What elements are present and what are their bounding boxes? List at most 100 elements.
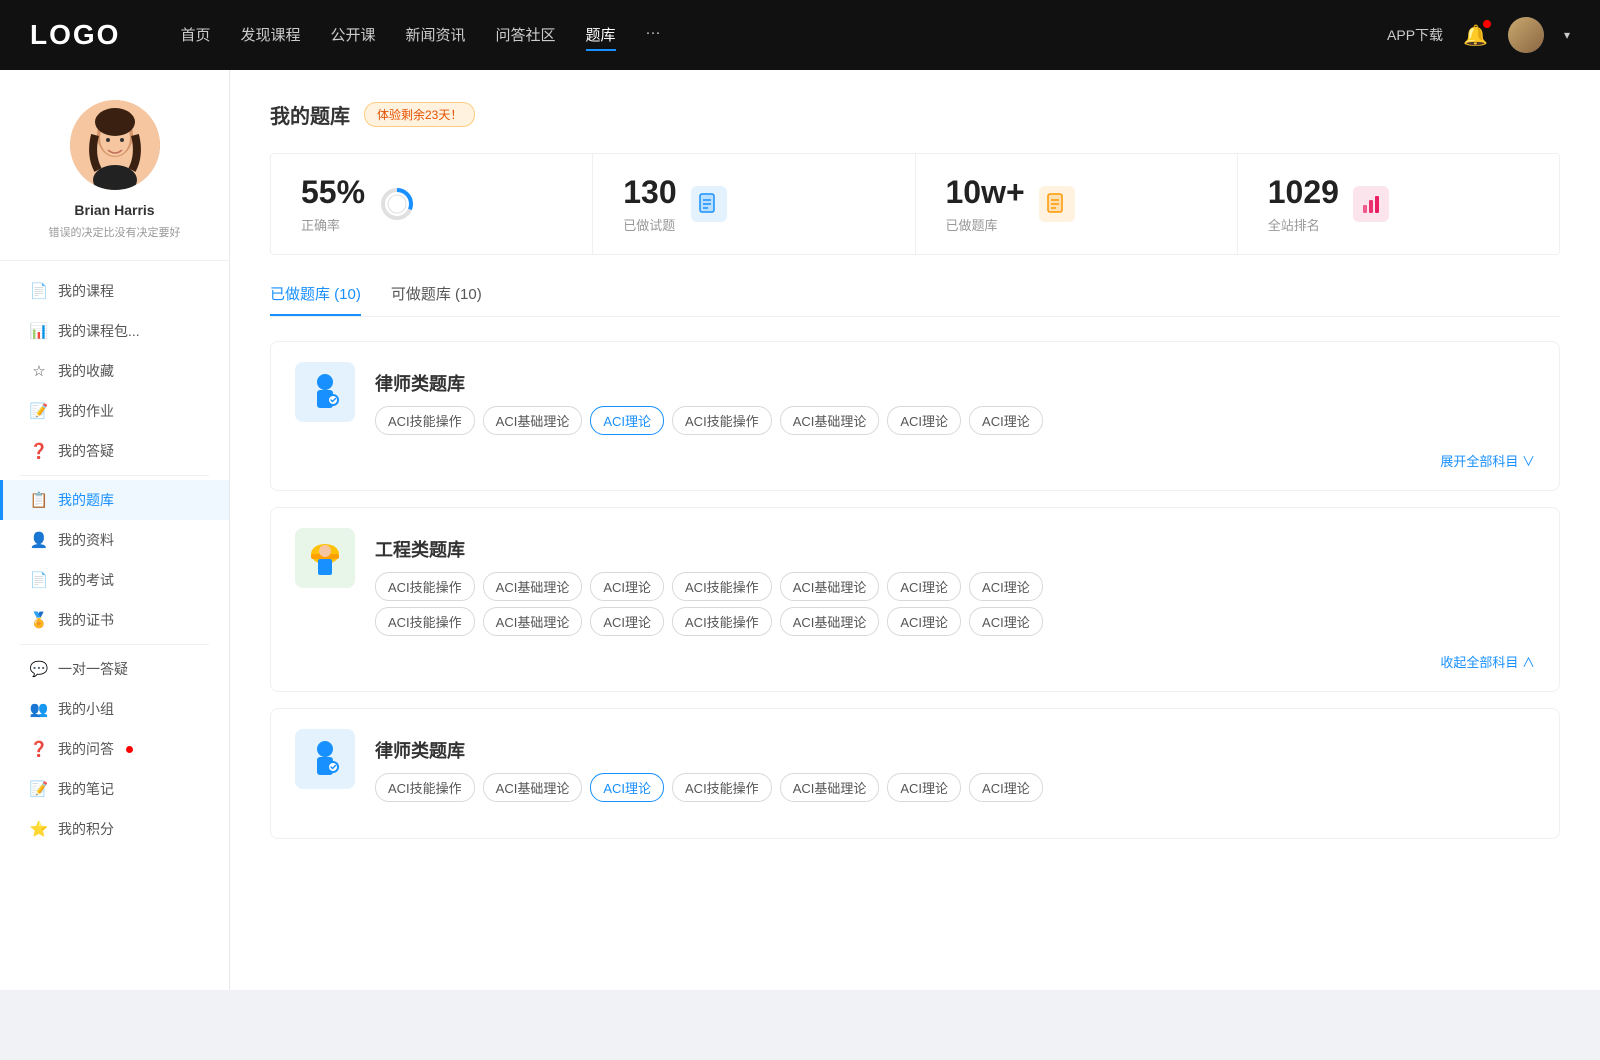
eng-tag-7[interactable]: ACI技能操作 [375,607,475,636]
eng-tag-4[interactable]: ACI基础理论 [780,572,880,601]
law2-tag-5[interactable]: ACI理论 [887,773,961,802]
law2-tag-2[interactable]: ACI理论 [590,773,664,802]
qbank-footer-1: 展开全部科目 ∨ [295,451,1535,470]
app-download-button[interactable]: APP下载 [1387,25,1443,45]
sidebar-avatar [70,100,160,190]
qbank-tags-2-row1: ACI技能操作 ACI基础理论 ACI理论 ACI技能操作 ACI基础理论 AC… [375,572,1535,601]
qbank-icon-engineer [295,528,355,588]
avatar-dropdown-arrow[interactable]: ▾ [1564,28,1570,42]
tag-0[interactable]: ACI技能操作 [375,406,475,435]
tag-5[interactable]: ACI理论 [887,406,961,435]
stat-done-questions-text: 130 已做试题 [623,174,676,234]
eng-tag-3[interactable]: ACI技能操作 [672,572,772,601]
sidebar-menu: 📄 我的课程 📊 我的课程包... ☆ 我的收藏 📝 我的作业 ❓ 我的答疑 � [0,261,229,859]
tag-3[interactable]: ACI技能操作 [672,406,772,435]
sidebar-item-qa[interactable]: ❓ 我的答疑 [0,431,229,471]
sidebar-motto: 错误的决定比没有决定要好 [49,224,181,240]
tag-2[interactable]: ACI理论 [590,406,664,435]
sidebar-item-course-packages[interactable]: 📊 我的课程包... [0,311,229,351]
sidebar-item-label: 我的题库 [58,490,114,510]
eng-tag-12[interactable]: ACI理论 [887,607,961,636]
nav-open-course[interactable]: 公开课 [330,20,375,51]
tag-4[interactable]: ACI基础理论 [780,406,880,435]
sidebar-item-groups[interactable]: 👥 我的小组 [0,689,229,729]
eng-tag-8[interactable]: ACI基础理论 [483,607,583,636]
sidebar-item-questions[interactable]: ❓ 我的问答 [0,729,229,769]
groups-icon: 👥 [30,700,48,718]
sidebar-item-label: 我的收藏 [58,361,114,381]
nav-home[interactable]: 首页 [180,20,210,51]
eng-tag-13[interactable]: ACI理论 [969,607,1043,636]
stats-row: 55% 正确率 130 已做试题 [270,153,1560,255]
stat-done-questions-value: 130 [623,174,676,211]
stat-done-questions: 130 已做试题 [593,154,915,254]
nav-discover[interactable]: 发现课程 [240,20,300,51]
sidebar-item-notes[interactable]: 📝 我的笔记 [0,769,229,809]
tag-1[interactable]: ACI基础理论 [483,406,583,435]
page-title: 我的题库 [270,100,350,129]
stat-ranking: 1029 全站排名 [1238,154,1559,254]
sidebar-item-label: 我的课程 [58,281,114,301]
lawyer-icon-2 [301,735,349,783]
profile-icon: 👤 [30,531,48,549]
certificate-icon: 🏅 [30,611,48,629]
nav-qbank[interactable]: 题库 [586,20,616,51]
qbank-footer-2: 收起全部科目 ∧ [295,652,1535,671]
sidebar-item-exam[interactable]: 📄 我的考试 [0,560,229,600]
sidebar-item-one-on-one[interactable]: 💬 一对一答疑 [0,649,229,689]
sidebar-item-favorites[interactable]: ☆ 我的收藏 [0,351,229,391]
sidebar-item-qbank[interactable]: 📋 我的题库 [0,480,229,520]
stat-accuracy-text: 55% 正确率 [301,174,365,234]
qbank-title-1: 律师类题库 [375,362,1043,396]
sidebar-username: Brian Harris [74,202,154,218]
tab-available-qbanks[interactable]: 可做题库 (10) [391,283,482,316]
eng-tag-0[interactable]: ACI技能操作 [375,572,475,601]
law2-tag-4[interactable]: ACI基础理论 [780,773,880,802]
sidebar-item-label: 我的资料 [58,530,114,550]
tab-done-qbanks[interactable]: 已做题库 (10) [270,283,361,316]
law2-tag-0[interactable]: ACI技能操作 [375,773,475,802]
eng-tag-1[interactable]: ACI基础理论 [483,572,583,601]
eng-tag-6[interactable]: ACI理论 [969,572,1043,601]
eng-tag-10[interactable]: ACI技能操作 [672,607,772,636]
avatar[interactable] [1508,17,1544,53]
qbank-header-1: 律师类题库 ACI技能操作 ACI基础理论 ACI理论 ACI技能操作 ACI基… [295,362,1535,435]
nav-news[interactable]: 新闻资讯 [406,20,466,51]
law2-tag-3[interactable]: ACI技能操作 [672,773,772,802]
eng-tag-9[interactable]: ACI理论 [590,607,664,636]
sidebar-item-homework[interactable]: 📝 我的作业 [0,391,229,431]
engineer-icon [301,534,349,582]
collapse-button-2[interactable]: 收起全部科目 ∧ [1440,652,1535,671]
sidebar-item-profile[interactable]: 👤 我的资料 [0,520,229,560]
one-on-one-icon: 💬 [30,660,48,678]
ranking-icon [1353,186,1389,222]
sidebar-item-label: 我的小组 [58,699,114,719]
qbank-tags-3: ACI技能操作 ACI基础理论 ACI理论 ACI技能操作 ACI基础理论 AC… [375,773,1535,802]
law2-tag-6[interactable]: ACI理论 [969,773,1043,802]
sidebar-item-points[interactable]: ⭐ 我的积分 [0,809,229,849]
eng-tag-5[interactable]: ACI理论 [887,572,961,601]
avatar-illustration [70,100,160,190]
stat-ranking-value: 1029 [1268,174,1339,211]
sidebar-item-certificate[interactable]: 🏅 我的证书 [0,600,229,640]
qbank-card-lawyer-1: 律师类题库 ACI技能操作 ACI基础理论 ACI理论 ACI技能操作 ACI基… [270,341,1560,491]
law2-tag-1[interactable]: ACI基础理论 [483,773,583,802]
exam-icon: 📄 [30,571,48,589]
expand-button-1[interactable]: 展开全部科目 ∨ [1440,451,1535,470]
sidebar-item-label: 我的证书 [58,610,114,630]
sidebar-item-my-courses[interactable]: 📄 我的课程 [0,271,229,311]
notification-bell[interactable]: 🔔 [1463,23,1488,48]
questions-icon: ❓ [30,740,48,758]
eng-tag-11[interactable]: ACI基础理论 [780,607,880,636]
eng-tag-2[interactable]: ACI理论 [590,572,664,601]
tag-6[interactable]: ACI理论 [969,406,1043,435]
sidebar-item-label: 一对一答疑 [58,659,128,679]
sidebar-item-label: 我的问答 [58,739,114,759]
qbank-icon: 📋 [30,491,48,509]
stat-done-qbanks: 10w+ 已做题库 [916,154,1238,254]
nav-menu: 首页 发现课程 公开课 新闻资讯 问答社区 题库 ··· [180,20,1387,51]
nav-more[interactable]: ··· [646,20,661,51]
stat-done-questions-label: 已做试题 [623,215,676,234]
nav-qa[interactable]: 问答社区 [496,20,556,51]
qbank-name-1: 律师类题库 ACI技能操作 ACI基础理论 ACI理论 ACI技能操作 ACI基… [375,362,1043,435]
